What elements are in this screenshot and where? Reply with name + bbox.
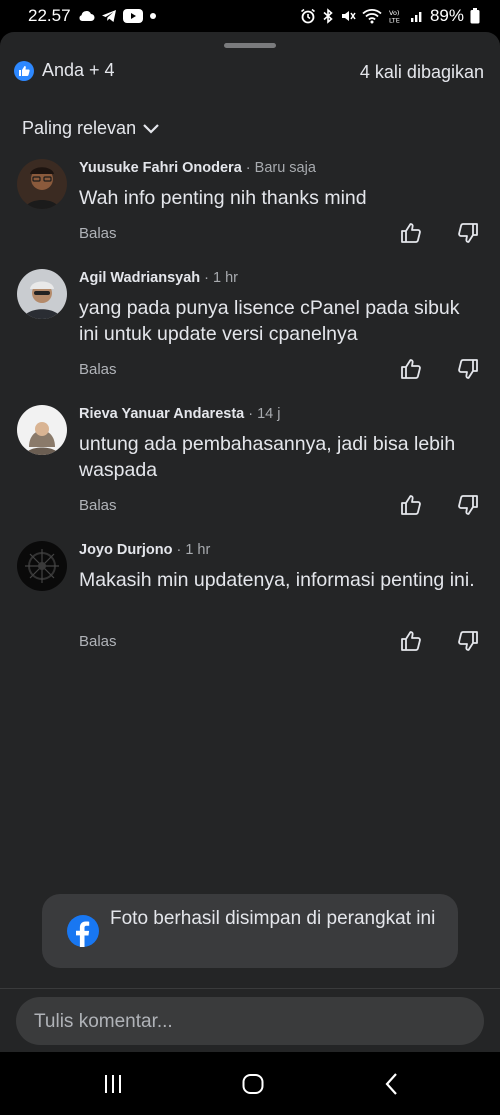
comment-author-name: Rieva Yanuar Andaresta <box>79 406 245 422</box>
thumbs-up-icon[interactable] <box>399 629 423 653</box>
comment-timestamp: · 1 hr <box>172 542 211 558</box>
comment-author[interactable]: Joyo Durjono · 1 hr <box>79 542 210 558</box>
alarm-icon <box>300 8 315 24</box>
comment-timestamp: · Baru saja <box>241 160 316 176</box>
battery-icon <box>470 8 480 24</box>
back-icon[interactable] <box>380 1072 404 1096</box>
save-toast: Foto berhasil disimpan di perangkat ini <box>42 894 458 968</box>
wifi-icon <box>362 9 382 24</box>
comment-author-name: Agil Wadriansyah <box>79 270 201 286</box>
sort-dropdown[interactable]: Paling relevan <box>22 118 160 139</box>
reactions-summary[interactable]: Anda + 4 <box>14 60 115 81</box>
reply-button[interactable]: Balas <box>79 497 117 514</box>
share-count[interactable]: 4 kali dibagikan <box>360 62 484 83</box>
reply-button[interactable]: Balas <box>79 633 117 650</box>
reply-button[interactable]: Balas <box>79 225 117 242</box>
thumbs-down-icon[interactable] <box>456 221 480 245</box>
comment-author[interactable]: Yuusuke Fahri Onodera · Baru saja <box>79 160 316 176</box>
bluetooth-icon <box>323 8 333 24</box>
comment-input[interactable] <box>32 997 476 1047</box>
youtube-icon <box>122 9 143 23</box>
reactions-label: Anda + 4 <box>42 60 115 80</box>
comment-text: Makasih min updatenya, informasi penting… <box>79 569 475 591</box>
comment-timestamp: · 1 hr <box>200 270 239 286</box>
divider <box>0 988 500 989</box>
thumbs-up-icon[interactable] <box>399 357 423 381</box>
comment-author[interactable]: Agil Wadriansyah · 1 hr <box>79 270 238 286</box>
comment-author[interactable]: Rieva Yanuar Andaresta · 14 j <box>79 406 281 422</box>
avatar[interactable] <box>17 159 67 209</box>
system-nav-bar <box>0 1052 500 1115</box>
signal-icon <box>410 12 422 22</box>
telegram-icon <box>101 10 116 22</box>
avatar[interactable] <box>17 405 67 455</box>
chevron-down-icon <box>143 123 159 134</box>
recent-apps-icon[interactable] <box>101 1072 125 1096</box>
comment-timestamp: · 14 j <box>244 406 281 422</box>
toast-message: Foto berhasil disimpan di perangkat ini <box>110 908 436 929</box>
cloud-icon <box>79 11 95 21</box>
battery-percent: 89% <box>429 6 464 25</box>
svg-text:LTE: LTE <box>389 17 400 25</box>
like-badge-icon <box>14 60 34 81</box>
clock: 22.57 <box>28 6 71 25</box>
thumbs-down-icon[interactable] <box>456 357 480 381</box>
drag-handle[interactable] <box>224 43 276 48</box>
thumbs-up-icon[interactable] <box>399 493 423 517</box>
sort-label: Paling relevan <box>22 118 137 138</box>
thumbs-up-icon[interactable] <box>399 221 423 245</box>
comment-text: untung ada pembahasannya, jadi bisa lebi… <box>79 433 456 481</box>
status-bar: 22.57 Vo) LTE 89% <box>0 0 500 32</box>
thumbs-down-icon[interactable] <box>456 493 480 517</box>
comment-composer[interactable] <box>16 997 484 1047</box>
facebook-icon <box>67 915 99 947</box>
comment-author-name: Joyo Durjono <box>79 542 173 558</box>
home-icon[interactable] <box>241 1072 265 1096</box>
comment-text: Wah info penting nih thanks mind <box>79 187 367 209</box>
reply-button[interactable]: Balas <box>79 361 117 378</box>
thumbs-down-icon[interactable] <box>456 629 480 653</box>
mute-icon <box>341 11 356 21</box>
avatar[interactable] <box>17 541 67 591</box>
volte-icon: Vo)LTE <box>389 9 400 25</box>
avatar[interactable] <box>17 269 67 319</box>
comment-author-name: Yuusuke Fahri Onodera <box>79 160 242 176</box>
dot-icon <box>149 13 156 19</box>
comments-sheet: Anda + 4 4 kali dibagikan Paling relevan… <box>0 32 500 1052</box>
comment-text: yang pada punya lisence cPanel pada sibu… <box>79 297 460 345</box>
